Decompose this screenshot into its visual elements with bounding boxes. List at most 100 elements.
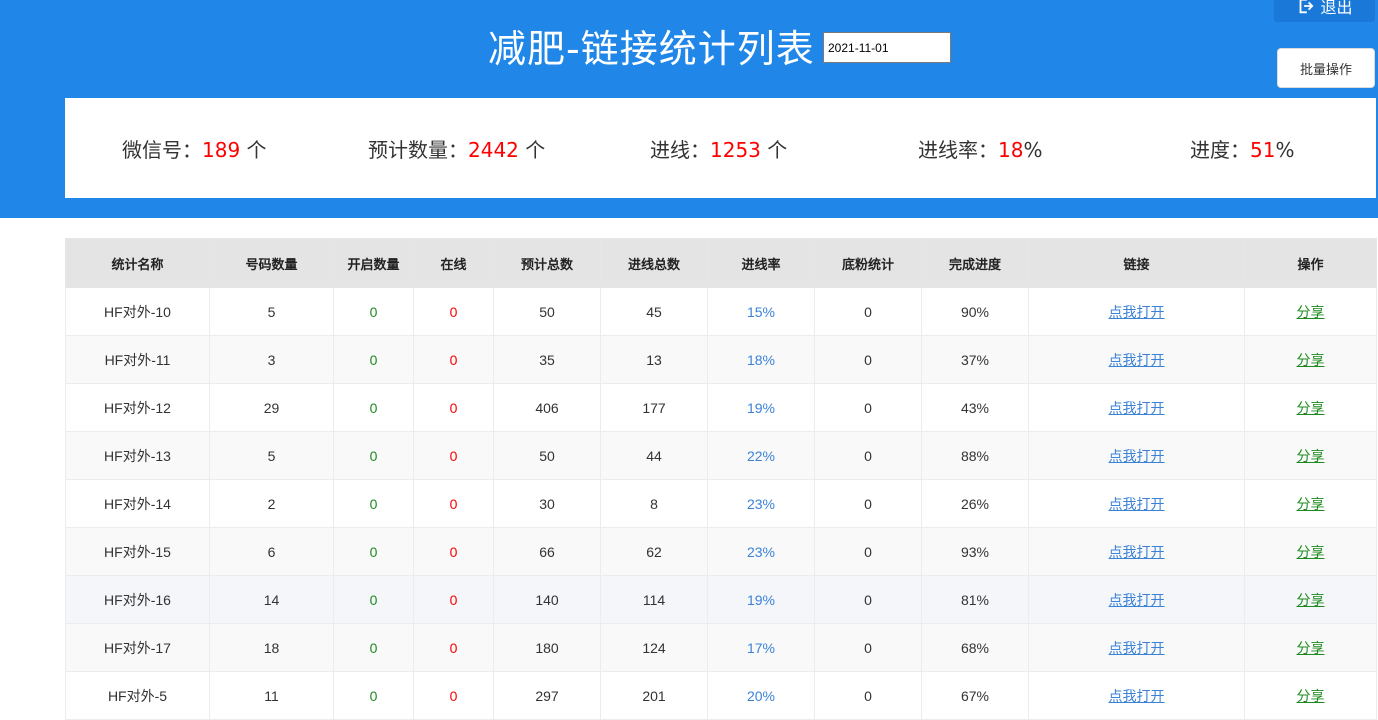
cell-online: 0 xyxy=(413,671,494,720)
open-link[interactable]: 点我打开 xyxy=(1109,592,1165,608)
stat-progress-label: 进度： xyxy=(1190,138,1250,162)
cell-count: 3 xyxy=(209,335,334,384)
cell-action: 分享 xyxy=(1244,287,1377,336)
share-link[interactable]: 分享 xyxy=(1297,592,1325,608)
stat-expected: 预计数量：2442 个 xyxy=(368,134,545,163)
stats-card: 微信号：189 个 预计数量：2442 个 进线：1253 个 进线率：18% … xyxy=(65,98,1376,198)
stat-joined-value: 1253 xyxy=(710,138,761,162)
cell-online: 0 xyxy=(413,383,494,432)
cell-link: 点我打开 xyxy=(1028,383,1245,432)
share-link[interactable]: 分享 xyxy=(1297,640,1325,656)
open-link[interactable]: 点我打开 xyxy=(1109,448,1165,464)
cell-open: 0 xyxy=(333,575,414,624)
cell-progress: 37% xyxy=(921,335,1029,384)
table-row: HF对外-10 5 0 0 50 45 15% 0 90% 点我打开 分享 xyxy=(65,287,1377,336)
exit-button[interactable]: 退出 xyxy=(1274,0,1375,22)
cell-expected: 140 xyxy=(493,575,601,624)
cell-name: HF对外-15 xyxy=(65,527,210,576)
cell-action: 分享 xyxy=(1244,479,1377,528)
share-link[interactable]: 分享 xyxy=(1297,304,1325,320)
cell-link: 点我打开 xyxy=(1028,575,1245,624)
cell-base: 0 xyxy=(814,479,922,528)
open-link[interactable]: 点我打开 xyxy=(1109,640,1165,656)
table-row: HF对外-5 11 0 0 297 201 20% 0 67% 点我打开 分享 xyxy=(65,671,1377,720)
cell-open: 0 xyxy=(333,335,414,384)
table-row: HF对外-15 6 0 0 66 62 23% 0 93% 点我打开 分享 xyxy=(65,527,1377,576)
cell-name: HF对外-5 xyxy=(65,671,210,720)
cell-rate: 23% xyxy=(707,479,815,528)
cell-count: 5 xyxy=(209,287,334,336)
cell-link: 点我打开 xyxy=(1028,287,1245,336)
cell-open: 0 xyxy=(333,383,414,432)
stat-progress-unit: % xyxy=(1275,138,1295,162)
cell-joined: 8 xyxy=(600,479,708,528)
cell-online: 0 xyxy=(413,479,494,528)
cell-link: 点我打开 xyxy=(1028,479,1245,528)
share-link[interactable]: 分享 xyxy=(1297,448,1325,464)
cell-expected: 30 xyxy=(493,479,601,528)
open-link[interactable]: 点我打开 xyxy=(1109,688,1165,704)
cell-count: 5 xyxy=(209,431,334,480)
cell-action: 分享 xyxy=(1244,575,1377,624)
open-link[interactable]: 点我打开 xyxy=(1109,352,1165,368)
date-input[interactable] xyxy=(823,32,951,63)
cell-name: HF对外-14 xyxy=(65,479,210,528)
cell-link: 点我打开 xyxy=(1028,623,1245,672)
header-action: 操作 xyxy=(1244,238,1377,288)
stats-table: 统计名称 号码数量 开启数量 在线 预计总数 进线总数 进线率 底粉统计 完成进… xyxy=(65,238,1377,720)
cell-base: 0 xyxy=(814,575,922,624)
batch-operation-button[interactable]: 批量操作 xyxy=(1277,48,1375,88)
cell-rate: 19% xyxy=(707,383,815,432)
open-link[interactable]: 点我打开 xyxy=(1109,400,1165,416)
cell-online: 0 xyxy=(413,575,494,624)
share-link[interactable]: 分享 xyxy=(1297,352,1325,368)
cell-link: 点我打开 xyxy=(1028,335,1245,384)
cell-count: 18 xyxy=(209,623,334,672)
cell-rate: 19% xyxy=(707,575,815,624)
cell-expected: 35 xyxy=(493,335,601,384)
cell-open: 0 xyxy=(333,671,414,720)
cell-expected: 66 xyxy=(493,527,601,576)
share-link[interactable]: 分享 xyxy=(1297,688,1325,704)
header-progress: 完成进度 xyxy=(921,238,1029,288)
stat-joined: 进线：1253 个 xyxy=(650,134,787,163)
stat-wechat-label: 微信号： xyxy=(122,138,202,162)
cell-base: 0 xyxy=(814,287,922,336)
stat-rate-label: 进线率： xyxy=(918,138,998,162)
open-link[interactable]: 点我打开 xyxy=(1109,304,1165,320)
cell-count: 29 xyxy=(209,383,334,432)
cell-progress: 67% xyxy=(921,671,1029,720)
cell-rate: 22% xyxy=(707,431,815,480)
cell-rate: 15% xyxy=(707,287,815,336)
share-link[interactable]: 分享 xyxy=(1297,496,1325,512)
cell-open: 0 xyxy=(333,527,414,576)
cell-expected: 50 xyxy=(493,287,601,336)
cell-name: HF对外-11 xyxy=(65,335,210,384)
header-count: 号码数量 xyxy=(209,238,334,288)
cell-open: 0 xyxy=(333,479,414,528)
cell-rate: 17% xyxy=(707,623,815,672)
open-link[interactable]: 点我打开 xyxy=(1109,544,1165,560)
cell-rate: 23% xyxy=(707,527,815,576)
cell-joined: 177 xyxy=(600,383,708,432)
open-link[interactable]: 点我打开 xyxy=(1109,496,1165,512)
header-name: 统计名称 xyxy=(65,238,210,288)
cell-online: 0 xyxy=(413,431,494,480)
table-row: HF对外-17 18 0 0 180 124 17% 0 68% 点我打开 分享 xyxy=(65,623,1377,672)
header-base: 底粉统计 xyxy=(814,238,922,288)
share-link[interactable]: 分享 xyxy=(1297,400,1325,416)
cell-count: 11 xyxy=(209,671,334,720)
cell-action: 分享 xyxy=(1244,383,1377,432)
stat-wechat-value: 189 xyxy=(202,138,241,162)
cell-action: 分享 xyxy=(1244,431,1377,480)
header-link: 链接 xyxy=(1028,238,1245,288)
stat-joined-label: 进线： xyxy=(650,138,710,162)
share-link[interactable]: 分享 xyxy=(1297,544,1325,560)
header-expected: 预计总数 xyxy=(493,238,601,288)
table-body: HF对外-10 5 0 0 50 45 15% 0 90% 点我打开 分享 HF对外-11 3 0 0 35 1… xyxy=(65,287,1377,720)
cell-online: 0 xyxy=(413,527,494,576)
cell-joined: 13 xyxy=(600,335,708,384)
cell-progress: 26% xyxy=(921,479,1029,528)
cell-base: 0 xyxy=(814,527,922,576)
page-title: 减肥-链接统计列表 xyxy=(488,27,815,71)
